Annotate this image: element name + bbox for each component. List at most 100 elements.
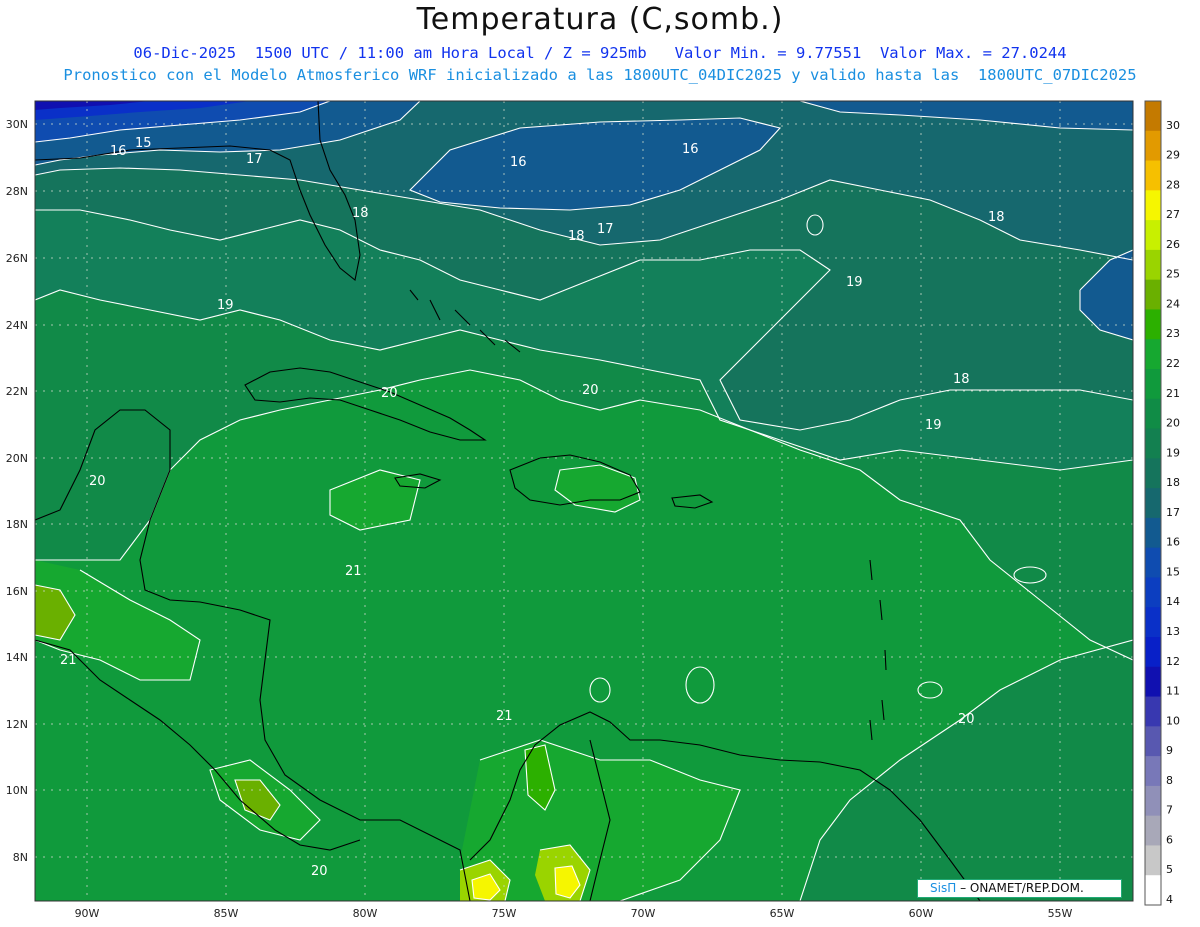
contour-label: 21 <box>60 653 77 668</box>
colorbar-label: 28 <box>1166 178 1180 191</box>
credit-text: – ONAMET/REP.DOM. <box>960 881 1084 895</box>
colorbar-swatch <box>1145 249 1161 281</box>
colorbar-label: 12 <box>1166 655 1180 668</box>
colorbar-swatch <box>1145 815 1161 846</box>
colorbar-label: 24 <box>1166 297 1180 310</box>
colorbar-swatch <box>1145 220 1161 251</box>
colorbar-label: 6 <box>1166 833 1173 846</box>
contour-label: 20 <box>958 712 975 727</box>
contour-label: 17 <box>246 152 263 167</box>
colorbar-label: 27 <box>1166 208 1180 221</box>
latitude-axis: 30N 28N 26N 24N 22N 20N 18N 16N 14N 12N … <box>6 118 28 864</box>
contour-label: 20 <box>582 383 599 398</box>
contour-label: 21 <box>496 709 513 724</box>
colorbar-swatch <box>1145 637 1161 668</box>
temperature-map: 15 16 17 16 16 18 18 17 18 19 19 18 20 2… <box>6 100 1180 920</box>
colorbar-label: 21 <box>1166 387 1180 400</box>
lat-label: 28N <box>6 185 28 198</box>
colorbar-label: 19 <box>1166 446 1180 459</box>
longitude-axis: 90W 85W 80W 75W 70W 65W 60W 55W <box>75 907 1073 920</box>
colorbar-label: 17 <box>1166 506 1180 519</box>
lat-label: 14N <box>6 651 28 664</box>
contour-label: 15 <box>135 136 152 151</box>
lat-label: 8N <box>13 851 28 864</box>
lat-label: 12N <box>6 718 28 731</box>
colorbar-label: 20 <box>1166 417 1180 430</box>
colorbar-swatch <box>1145 279 1161 310</box>
lat-label: 24N <box>6 319 28 332</box>
lon-label: 55W <box>1048 907 1073 920</box>
colorbar-swatch <box>1145 577 1161 608</box>
lat-label: 20N <box>6 452 28 465</box>
colorbar-label: 18 <box>1166 476 1180 489</box>
colorbar-label: 14 <box>1166 595 1180 608</box>
colorbar-swatch <box>1145 726 1161 757</box>
lat-label: 30N <box>6 118 28 131</box>
colorbar-swatch <box>1145 696 1161 727</box>
lon-label: 80W <box>353 907 378 920</box>
colorbar-swatch <box>1145 130 1161 162</box>
lat-label: 16N <box>6 585 28 598</box>
lat-label: 10N <box>6 784 28 797</box>
colorbar-swatch <box>1145 428 1161 459</box>
contour-label: 20 <box>311 864 328 879</box>
sispi-logo: SisΠ <box>930 881 957 895</box>
colorbar-label: 7 <box>1166 804 1173 817</box>
contour-label: 20 <box>381 386 398 401</box>
colorbar-swatch <box>1145 517 1161 549</box>
map-plot-area: 15 16 17 16 16 18 18 17 18 19 19 18 20 2… <box>35 101 1133 901</box>
colorbar-swatch <box>1145 488 1161 519</box>
colorbar-label: 4 <box>1166 893 1173 906</box>
colorbar-label: 5 <box>1166 863 1173 876</box>
colorbar-swatch <box>1145 607 1161 638</box>
contour-label: 19 <box>925 418 942 433</box>
colorbar-label: 29 <box>1166 149 1180 162</box>
colorbar-swatch <box>1145 785 1161 817</box>
contour-label: 20 <box>89 474 106 489</box>
colorbar-label: 15 <box>1166 565 1180 578</box>
contour-label: 17 <box>597 222 614 237</box>
colorbar-swatch <box>1145 845 1161 876</box>
lon-label: 90W <box>75 907 100 920</box>
colorbar-label: 13 <box>1166 625 1180 638</box>
contour-label: 18 <box>953 372 970 387</box>
colorbar-label: 26 <box>1166 238 1180 251</box>
colorbar-swatch <box>1145 875 1161 906</box>
credit-box: SisΠ – ONAMET/REP.DOM. <box>917 879 1122 898</box>
colorbar-label: 25 <box>1166 268 1180 281</box>
lon-label: 60W <box>909 907 934 920</box>
lat-label: 26N <box>6 252 28 265</box>
colorbar-swatch <box>1145 101 1161 132</box>
colorbar-label: 8 <box>1166 774 1173 787</box>
contour-label: 16 <box>110 144 127 159</box>
colorbar-swatch <box>1145 369 1161 400</box>
colorbar-label: 23 <box>1166 327 1180 340</box>
contour-label: 18 <box>352 206 369 221</box>
colorbar-label: 22 <box>1166 357 1180 370</box>
colorbar-swatch <box>1145 160 1161 191</box>
contour-label: 18 <box>568 229 585 244</box>
colorbar-swatch <box>1145 309 1161 340</box>
lon-label: 75W <box>492 907 517 920</box>
colorbar-label: 30 <box>1166 119 1180 132</box>
contour-label: 19 <box>217 298 234 313</box>
colorbar-swatch <box>1145 458 1161 489</box>
colorbar-label: 9 <box>1166 744 1173 757</box>
colorbar-swatch <box>1145 398 1161 430</box>
lon-label: 65W <box>770 907 795 920</box>
colorbar-swatch <box>1145 666 1161 698</box>
contour-label: 19 <box>846 275 863 290</box>
colorbar-label: 10 <box>1166 714 1180 727</box>
contour-label: 18 <box>988 210 1005 225</box>
colorbar-swatch <box>1145 190 1161 221</box>
colorbar-label: 11 <box>1166 685 1180 698</box>
colorbar-label: 16 <box>1166 536 1180 549</box>
colorbar-swatch <box>1145 339 1161 370</box>
contour-label: 21 <box>345 564 362 579</box>
contour-label: 16 <box>510 155 527 170</box>
lat-label: 22N <box>6 385 28 398</box>
lat-label: 18N <box>6 518 28 531</box>
contour-label: 16 <box>682 142 699 157</box>
colorbar: 30 29 28 27 26 25 24 23 22 21 20 19 18 17 16 15 14 13 12 11… <box>1144 100 1180 906</box>
colorbar-swatch <box>1145 547 1161 578</box>
